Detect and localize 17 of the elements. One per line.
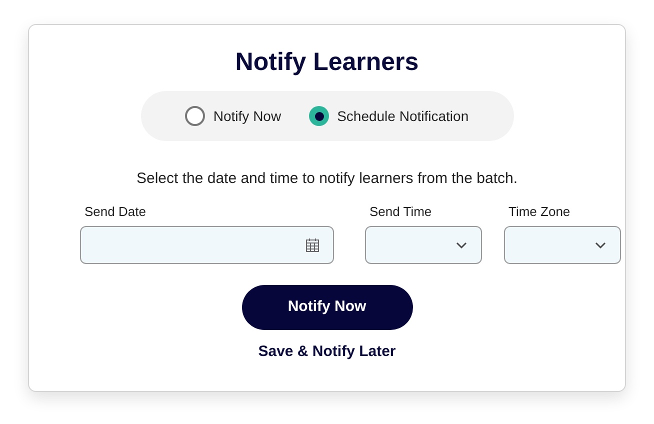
dropdown-field[interactable]: [364, 226, 482, 264]
date-field[interactable]: [80, 226, 334, 264]
save-notify-later-link[interactable]: Save & Notify Later: [258, 341, 396, 364]
radio-button[interactable]: [309, 106, 330, 126]
instruction-text: Select the date and time to notify learners from the batch.: [136, 169, 518, 189]
field-label: Time Zone: [508, 202, 572, 220]
dropdown-field[interactable]: [504, 226, 620, 264]
radio-button[interactable]: [185, 106, 206, 126]
calendar-icon: [306, 238, 318, 252]
field-label: Send Date: [84, 202, 147, 220]
radio-label: Notify Now: [213, 106, 282, 126]
field-label: Send Time: [368, 202, 433, 220]
chevron-down-icon: [456, 242, 466, 248]
dialog-title: Notify Learners: [235, 47, 419, 78]
radio-label: Schedule Notification: [337, 106, 469, 126]
notify-now-button[interactable]: Notify Now: [242, 285, 412, 330]
chevron-down-icon: [594, 242, 606, 248]
